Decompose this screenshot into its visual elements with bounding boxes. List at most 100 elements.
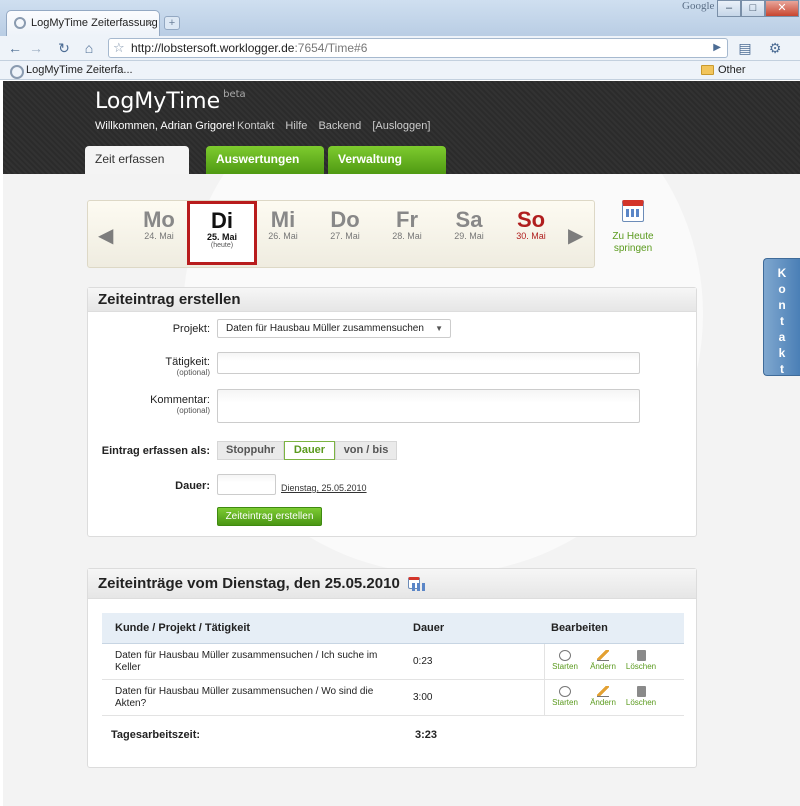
site-header: LogMyTime beta Willkommen, Adrian Grigore…	[3, 81, 800, 174]
minimize-button[interactable]: –	[717, 0, 741, 17]
go-icon[interactable]: ▶	[713, 39, 721, 57]
start-label: Starten	[552, 698, 578, 707]
create-entry-panel: Zeiteintrag erstellen Projekt: Daten für…	[87, 287, 697, 537]
entries-title: Zeiteinträge vom Dienstag, den 25.05.201…	[88, 569, 696, 599]
entries-panel: Zeiteinträge vom Dienstag, den 25.05.201…	[87, 568, 697, 768]
project-select[interactable]: Daten für Hausbau Müller zusammensuchen …	[217, 319, 451, 338]
date-link[interactable]: Dienstag, 25.05.2010	[281, 483, 367, 493]
edit-icon	[597, 686, 609, 697]
entry-duration: 0:23	[413, 656, 433, 667]
chevron-down-icon: ▼	[435, 324, 443, 333]
activity-input[interactable]	[217, 352, 640, 374]
edit-icon	[597, 650, 609, 661]
date-strip: ◀ Mo 24. Mai Di 25. Mai (heute) Mi 26. M…	[87, 200, 595, 268]
address-bar[interactable]: ☆ http://lobstersoft.worklogger.de:7654/…	[108, 38, 728, 58]
window-close-button[interactable]: ✕	[765, 0, 799, 17]
day-date: 26. Mai	[268, 231, 298, 241]
contact-side-tab[interactable]: Kontakt	[763, 258, 800, 376]
day-name: Sa	[455, 207, 483, 232]
browser-tab[interactable]: LogMyTime Zeiterfassung ×	[6, 10, 160, 36]
link-backend[interactable]: Backend	[318, 120, 361, 132]
calendar-icon[interactable]	[407, 577, 426, 591]
col-edit: Bearbeiten	[551, 622, 608, 634]
table-row: Daten für Hausbau Müller zusammensuchen …	[102, 680, 684, 716]
comment-label-text: Kommentar:	[150, 394, 210, 406]
day-do[interactable]: Do 27. Mai	[314, 207, 376, 241]
edit-label: Ändern	[590, 662, 616, 671]
day-name: Mi	[270, 207, 296, 232]
activity-label: Tätigkeit: (optional)	[90, 356, 210, 377]
maximize-button[interactable]: □	[741, 0, 765, 17]
duration-input[interactable]	[217, 474, 276, 495]
day-fr[interactable]: Fr 28. Mai	[376, 207, 438, 241]
tab-verwaltung[interactable]: Verwaltung	[328, 146, 446, 174]
wrench-icon[interactable]: ⚙	[766, 39, 784, 57]
jump-to-today[interactable]: Zu Heute springen	[609, 200, 657, 255]
day-date: 29. Mai	[454, 231, 484, 241]
delete-button[interactable]: Löschen	[623, 686, 659, 707]
google-brand: Google	[682, 0, 715, 12]
folder-icon	[701, 65, 714, 75]
entries-title-text: Zeiteinträge vom Dienstag, den 25.05.201…	[98, 575, 400, 592]
url-rest: :7654/Time#6	[294, 41, 368, 55]
panel-title: Zeiteintrag erstellen	[88, 288, 696, 312]
home-icon[interactable]: ⌂	[80, 39, 98, 57]
project-value: Daten für Hausbau Müller zusammensuchen	[226, 323, 424, 334]
mode-from-to[interactable]: von / bis	[335, 441, 397, 460]
entry-text: Daten für Hausbau Müller zusammensuchen …	[115, 686, 374, 709]
day-name: So	[516, 207, 546, 232]
day-so[interactable]: So 30. Mai	[500, 207, 562, 241]
new-tab-button[interactable]: +	[164, 16, 180, 30]
project-label: Projekt:	[172, 323, 210, 335]
bookmark-item[interactable]: LogMyTime Zeiterfa...	[10, 61, 133, 79]
link-hilfe[interactable]: Hilfe	[285, 120, 307, 132]
welcome-text: Willkommen, Adrian Grigore!	[95, 120, 235, 132]
mode-label: Eintrag erfassen als:	[101, 445, 210, 457]
day-sa[interactable]: Sa 29. Mai	[438, 207, 500, 241]
edit-label: Ändern	[590, 698, 616, 707]
side-tab-letter: n	[778, 298, 786, 312]
day-date: 30. Mai	[516, 231, 546, 241]
next-week-icon[interactable]: ▶	[568, 223, 583, 248]
comment-textarea[interactable]	[217, 389, 640, 423]
page-menu-icon[interactable]: ▤	[736, 39, 754, 57]
url-host: http://lobstersoft.worklogger.de	[131, 41, 295, 55]
side-tab-letter: o	[778, 282, 786, 296]
browser-toolbar: ← → ↻ ⌂ ☆ http://lobstersoft.worklogger.…	[0, 36, 800, 61]
previous-week-icon[interactable]: ◀	[98, 223, 113, 248]
day-date: 25. Mai	[206, 232, 237, 242]
back-icon[interactable]: ←	[6, 39, 24, 57]
delete-button[interactable]: Löschen	[623, 650, 659, 671]
forward-icon[interactable]: →	[27, 39, 45, 57]
activity-label-text: Tätigkeit:	[165, 356, 210, 368]
create-entry-button[interactable]: Zeiteintrag erstellen	[217, 507, 322, 526]
start-button[interactable]: Starten	[547, 650, 583, 671]
close-icon[interactable]: ×	[146, 11, 153, 35]
delete-label: Löschen	[625, 698, 657, 707]
mode-duration[interactable]: Dauer	[284, 441, 335, 460]
star-icon[interactable]: ☆	[113, 39, 125, 57]
edit-button[interactable]: Ändern	[585, 686, 621, 707]
edit-button[interactable]: Ändern	[585, 650, 621, 671]
logo-badge: beta	[223, 89, 246, 100]
day-mo[interactable]: Mo 24. Mai	[128, 207, 190, 241]
link-logout[interactable]: [Ausloggen]	[372, 120, 430, 132]
day-date: 27. Mai	[330, 231, 360, 241]
entry-duration: 3:00	[413, 692, 433, 703]
tab-zeit-erfassen[interactable]: Zeit erfassen	[85, 146, 189, 174]
browser-titlebar: LogMyTime Zeiterfassung × + Google – □ ✕	[0, 0, 800, 36]
day-mi[interactable]: Mi 26. Mai	[252, 207, 314, 241]
mode-stopwatch[interactable]: Stoppuhr	[217, 441, 284, 460]
day-di-today[interactable]: Di 25. Mai (heute)	[187, 201, 257, 265]
side-tab-letter: t	[780, 362, 784, 376]
trash-icon	[636, 686, 646, 697]
day-name: Fr	[396, 207, 418, 232]
col-project: Kunde / Projekt / Tätigkeit	[115, 622, 251, 634]
link-kontakt[interactable]: Kontakt	[237, 120, 274, 132]
logo[interactable]: LogMyTime beta	[95, 89, 246, 114]
reload-icon[interactable]: ↻	[55, 39, 73, 57]
side-tab-letter: a	[778, 330, 786, 344]
top-links: Kontakt Hilfe Backend [Ausloggen]	[237, 120, 438, 132]
tab-auswertungen[interactable]: Auswertungen	[206, 146, 324, 174]
start-button[interactable]: Starten	[547, 686, 583, 707]
